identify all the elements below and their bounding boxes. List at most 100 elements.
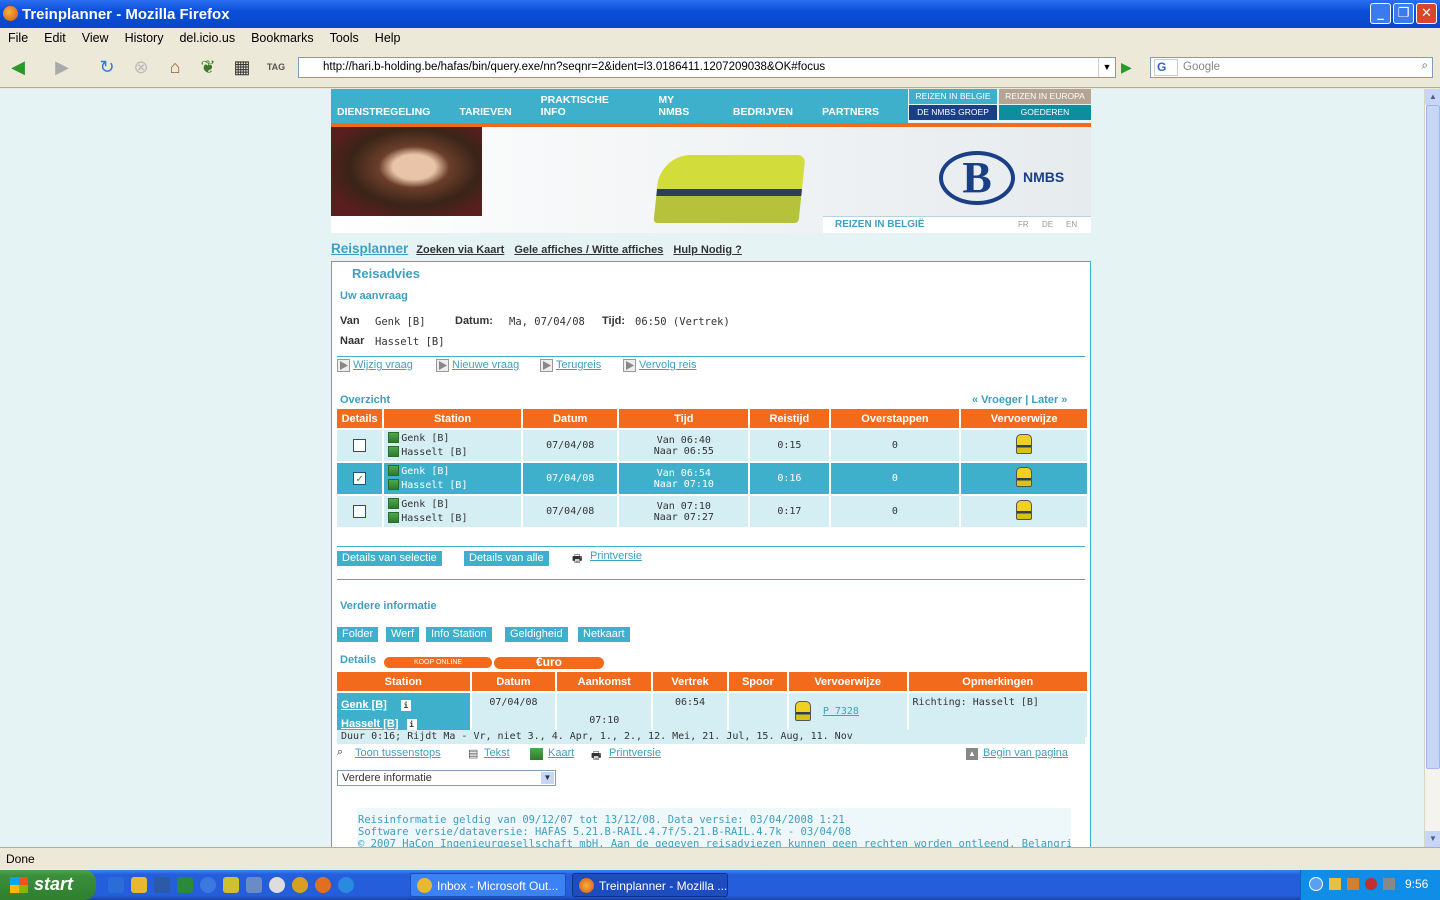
menu-delicious[interactable]: del.icio.us — [179, 31, 235, 45]
menu-edit[interactable]: Edit — [44, 31, 66, 45]
info-station-button[interactable]: Info Station — [426, 627, 492, 642]
hulp-link[interactable]: Hulp Nodig ? — [673, 244, 741, 256]
window-titlebar[interactable]: Treinplanner - Mozilla Firefox _ ❐ ✕ — [0, 0, 1440, 28]
start-button[interactable]: start — [0, 870, 96, 900]
tab-reizen-in-europa[interactable]: REIZEN IN EUROPA — [999, 89, 1091, 104]
forward-icon[interactable]: ▶ — [50, 55, 74, 79]
taskbar-item-firefox[interactable]: Treinplanner - Mozilla ... — [572, 873, 728, 897]
help-icon[interactable] — [200, 877, 216, 893]
media-icon[interactable] — [269, 877, 285, 893]
lang-de[interactable]: DE — [1042, 220, 1053, 229]
delicious-leaf-icon[interactable]: ❦ — [196, 55, 220, 79]
tab-goederen[interactable]: GOEDEREN — [999, 105, 1091, 120]
verdere-informatie-select[interactable]: Verdere informatie ▼ — [337, 770, 556, 786]
row-checkbox[interactable]: ✓ — [353, 472, 367, 485]
menu-history[interactable]: History — [125, 31, 164, 45]
ie-icon[interactable] — [108, 877, 124, 893]
vertical-scrollbar[interactable]: ▲ ▼ — [1424, 89, 1440, 847]
wijzig-vraag-link[interactable]: Wijzig vraag — [337, 359, 413, 372]
nav-my-nmbs[interactable]: MY NMBS — [658, 94, 704, 118]
search-icon[interactable]: ⌕ — [1422, 60, 1428, 73]
table-row[interactable]: ✓ Genk [B] Hasselt [B] 07/04/08 Van 06:54… — [337, 461, 1087, 494]
tray-expand-icon[interactable] — [1309, 877, 1323, 891]
close-button[interactable]: ✕ — [1416, 3, 1437, 24]
nav-dienstregeling[interactable]: DIENSTREGELING — [337, 106, 430, 118]
train-number-link[interactable]: P 7328 — [823, 706, 859, 717]
reload-icon[interactable]: ↻ — [95, 55, 119, 79]
tag-icon[interactable]: TAG — [264, 55, 288, 79]
menu-file[interactable]: File — [8, 31, 28, 45]
app-icon[interactable] — [292, 877, 308, 893]
tekst-link[interactable]: ▤ Tekst — [468, 747, 510, 760]
scroll-up-icon[interactable]: ▲ — [1425, 89, 1440, 105]
outlook-icon[interactable] — [131, 877, 147, 893]
later-link[interactable]: Later » — [1031, 394, 1067, 406]
menu-bookmarks[interactable]: Bookmarks — [251, 31, 314, 45]
search-engine-icon[interactable]: G — [1154, 59, 1178, 76]
chevron-down-icon[interactable]: ▼ — [1098, 58, 1115, 77]
lang-en[interactable]: EN — [1066, 220, 1077, 229]
vroeger-link[interactable]: « Vroeger — [972, 394, 1022, 406]
firefox-icon[interactable] — [315, 877, 331, 893]
row-checkbox[interactable] — [353, 505, 367, 518]
minimize-button[interactable]: _ — [1370, 3, 1391, 24]
affiches-link[interactable]: Gele affiches / Witte affiches — [514, 244, 663, 256]
reisplanner-link[interactable]: Reisplanner — [331, 241, 408, 256]
go-icon[interactable]: ▶ — [1121, 59, 1137, 75]
delicious-bookmarks-icon[interactable]: ▦ — [230, 55, 254, 79]
nieuwe-vraag-link[interactable]: Nieuwe vraag — [436, 359, 519, 372]
euro-button[interactable]: €uro — [494, 656, 604, 669]
tray-icon[interactable] — [1383, 878, 1395, 890]
info-icon[interactable]: i — [400, 700, 411, 711]
kaart-link[interactable]: Kaart — [530, 747, 574, 760]
koop-online-button[interactable]: KOOP ONLINE — [384, 657, 492, 668]
station-hasselt-link[interactable]: Hasselt [B] — [341, 718, 398, 730]
terugreis-link[interactable]: Terugreis — [540, 359, 601, 372]
tab-nmbs-groep[interactable]: DE NMBS GROEP — [909, 105, 997, 120]
stop-icon[interactable]: ⊗ — [129, 55, 153, 79]
taskbar-item-outlook[interactable]: Inbox - Microsoft Out... — [410, 873, 566, 897]
home-icon[interactable]: ⌂ — [163, 55, 187, 79]
netkaart-button[interactable]: Netkaart — [578, 627, 630, 642]
info-icon[interactable]: i — [406, 719, 417, 730]
table-row[interactable]: Genk [B] Hasselt [B] 07/04/08 Van 07:10 Na… — [337, 494, 1087, 527]
tab-reizen-in-belgie[interactable]: REIZEN IN BELGIE — [909, 89, 997, 104]
menu-tools[interactable]: Tools — [330, 31, 359, 45]
tray-icon[interactable] — [1347, 878, 1359, 890]
restore-button[interactable]: ❐ — [1393, 3, 1414, 24]
details-selectie-button[interactable]: Details van selectie — [337, 551, 442, 566]
begin-van-pagina-link[interactable]: ▲ Begin van pagina — [966, 747, 1068, 760]
zoeken-via-kaart-link[interactable]: Zoeken via Kaart — [416, 244, 504, 256]
search-input[interactable]: G Google ⌕ — [1150, 57, 1433, 78]
row-checkbox[interactable] — [353, 439, 367, 452]
folder-button[interactable]: Folder — [337, 627, 379, 642]
werf-button[interactable]: Werf — [386, 627, 420, 642]
chevron-down-icon[interactable]: ▼ — [541, 772, 554, 784]
word-icon[interactable] — [154, 877, 170, 893]
vervolg-reis-link[interactable]: Vervolg reis — [623, 359, 696, 372]
nav-praktische-info[interactable]: PRAKTISCHE INFO — [541, 94, 630, 118]
toon-tussenstops-link[interactable]: ⌕ Toon tussenstops — [337, 746, 441, 759]
tray-icon[interactable] — [1365, 878, 1377, 890]
nav-partners[interactable]: PARTNERS — [822, 106, 879, 118]
geldigheid-button[interactable]: Geldigheid — [505, 627, 568, 642]
printversie-link[interactable]: 🖶 Printversie — [591, 747, 661, 762]
menu-view[interactable]: View — [82, 31, 109, 45]
nav-bedrijven[interactable]: BEDRIJVEN — [733, 106, 793, 118]
app-icon[interactable] — [246, 877, 262, 893]
printversie-link[interactable]: 🖶 Printversie — [572, 550, 642, 565]
lang-fr[interactable]: FR — [1018, 220, 1029, 229]
excel-icon[interactable] — [177, 877, 193, 893]
table-row[interactable]: Genk [B] Hasselt [B] 07/04/08 Van 06:40 Na… — [337, 428, 1087, 461]
nav-tarieven[interactable]: TARIEVEN — [459, 106, 511, 118]
app-icon[interactable] — [223, 877, 239, 893]
scroll-thumb[interactable] — [1426, 105, 1440, 769]
url-bar[interactable]: http://hari.b-holding.be/hafas/bin/query… — [298, 57, 1116, 78]
ie-icon[interactable] — [338, 877, 354, 893]
details-alle-button[interactable]: Details van alle — [464, 551, 549, 566]
back-icon[interactable]: ◀ — [6, 55, 30, 79]
tray-icon[interactable] — [1329, 878, 1341, 890]
menu-help[interactable]: Help — [375, 31, 401, 45]
station-genk-link[interactable]: Genk [B] — [341, 699, 387, 711]
scroll-down-icon[interactable]: ▼ — [1425, 831, 1440, 847]
